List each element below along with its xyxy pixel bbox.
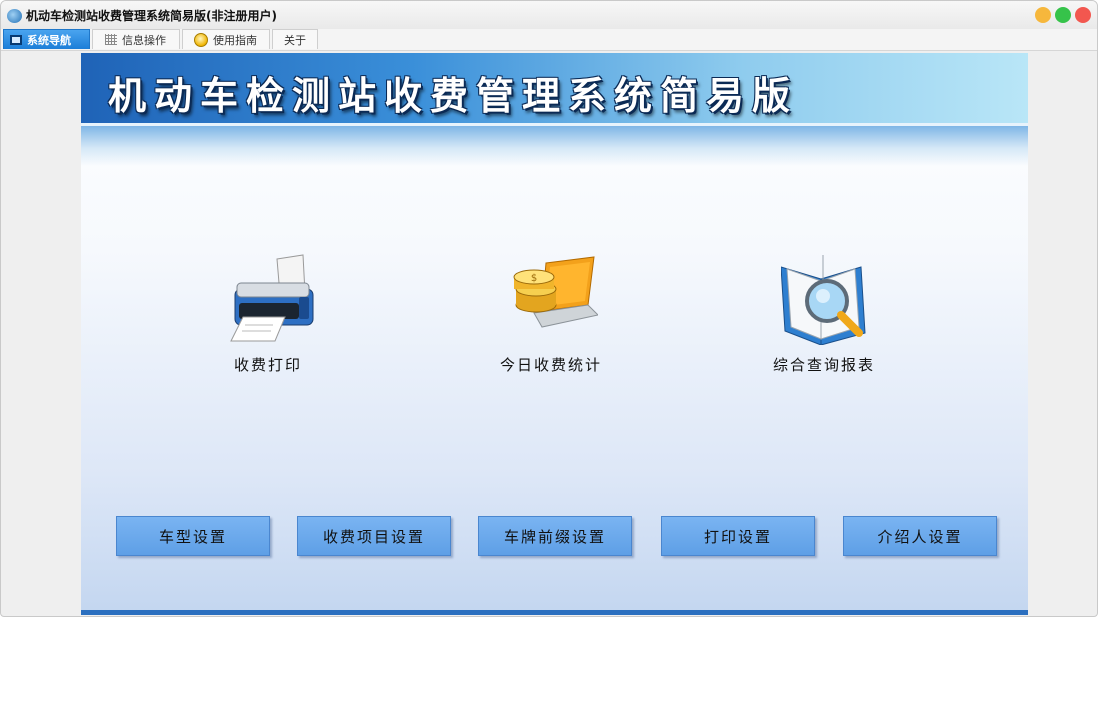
tab-user-guide[interactable]: 使用指南 — [182, 29, 270, 49]
tab-bar: 系统导航 信息操作 使用指南 关于 — [1, 29, 1097, 51]
referrer-settings-button[interactable]: 介绍人设置 — [843, 516, 997, 556]
minimize-button[interactable] — [1035, 7, 1051, 23]
grid-icon — [105, 34, 117, 45]
tile-label: 收费打印 — [233, 356, 302, 374]
tab-label: 使用指南 — [213, 33, 257, 47]
query-report-tile[interactable]: 综合查询报表 — [739, 253, 909, 383]
navigation-panel: 机动车检测站收费管理系统简易版 收费打印 $ 今日收费统计 综合查询报表 车型设… — [81, 53, 1028, 615]
print-settings-button[interactable]: 打印设置 — [661, 516, 815, 556]
bottom-divider — [81, 610, 1028, 615]
tile-label: 今日收费统计 — [499, 356, 602, 374]
vehicle-type-settings-button[interactable]: 车型设置 — [116, 516, 270, 556]
tab-info-operations[interactable]: 信息操作 — [92, 29, 180, 49]
plate-prefix-settings-button[interactable]: 车牌前缀设置 — [478, 516, 632, 556]
lightbulb-icon — [194, 32, 208, 47]
svg-text:$: $ — [531, 273, 537, 284]
window-title: 机动车检测站收费管理系统简易版(非注册用户) — [26, 9, 277, 23]
coins-laptop-icon: $ — [513, 256, 598, 328]
monitor-icon — [10, 34, 22, 45]
banner: 机动车检测站收费管理系统简易版 — [81, 53, 1028, 125]
maximize-button[interactable] — [1055, 7, 1071, 23]
book-magnifier-icon — [781, 255, 866, 345]
app-logo-icon — [7, 9, 22, 23]
tab-label: 关于 — [284, 33, 306, 47]
close-button[interactable] — [1075, 7, 1091, 23]
banner-title: 机动车检测站收费管理系统简易版 — [108, 74, 799, 118]
app-window: 机动车检测站收费管理系统简易版(非注册用户) 系统导航 信息操作 使用指南 关于… — [0, 0, 1098, 617]
banner-glow — [81, 126, 1028, 166]
printer-icon — [230, 254, 314, 342]
tab-system-navigation[interactable]: 系统导航 — [3, 29, 90, 49]
tile-label: 综合查询报表 — [772, 356, 875, 374]
daily-fee-stats-tile[interactable]: $ 今日收费统计 — [466, 253, 636, 383]
tab-label: 系统导航 — [27, 33, 71, 47]
title-bar[interactable]: 机动车检测站收费管理系统简易版(非注册用户) — [1, 1, 1097, 29]
tab-label: 信息操作 — [122, 33, 166, 47]
fee-print-tile[interactable]: 收费打印 — [183, 253, 353, 383]
fee-item-settings-button[interactable]: 收费项目设置 — [297, 516, 451, 556]
tab-about[interactable]: 关于 — [272, 29, 318, 49]
